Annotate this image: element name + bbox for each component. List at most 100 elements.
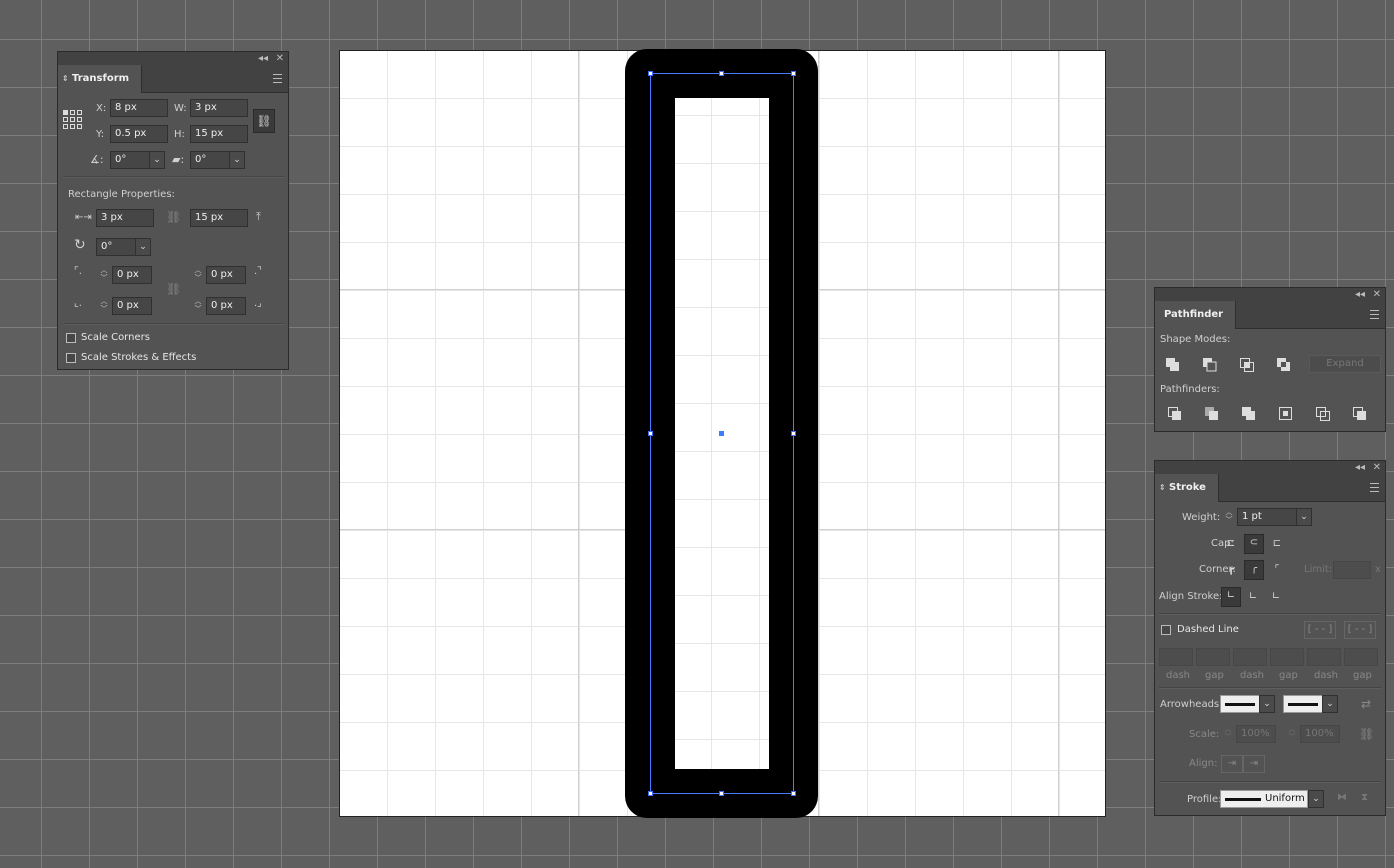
corner-tr-stepper-icon[interactable]: ︿ ﹀ xyxy=(192,266,204,284)
scale-start-stepper-icon[interactable]: ︿ ﹀ xyxy=(1222,725,1234,743)
link-scale-icon[interactable]: ⛓ xyxy=(1359,727,1374,741)
resize-handle-left[interactable] xyxy=(648,431,653,436)
align-dash-corners-icon[interactable]: [ - - ] xyxy=(1344,621,1376,639)
scale-end-stepper-icon[interactable]: ︿ ﹀ xyxy=(1286,725,1298,743)
panel-menu-icon[interactable] xyxy=(1370,483,1379,492)
scale-corners-checkbox[interactable] xyxy=(66,333,76,343)
flip-across-icon[interactable]: ⧗ xyxy=(1361,792,1368,803)
corner-tl-input[interactable]: 0 px xyxy=(112,266,152,284)
weight-input[interactable]: 1 pt xyxy=(1237,508,1297,526)
unite-icon[interactable] xyxy=(1166,358,1180,372)
arrowheads-label: Arrowheads: xyxy=(1160,699,1223,710)
swap-arrowheads-icon[interactable]: ⇄ xyxy=(1361,697,1371,711)
panel-menu-icon[interactable] xyxy=(1370,310,1379,319)
align-inside-icon[interactable]: ∟ xyxy=(1244,588,1262,606)
miter-join-icon[interactable]: ┏ xyxy=(1222,561,1240,579)
tab-pathfinder[interactable]: Pathfinder xyxy=(1155,301,1237,329)
h-input[interactable]: 15 px xyxy=(190,125,248,143)
limit-label: Limit: xyxy=(1304,564,1333,575)
round-cap-icon[interactable]: ⊂ xyxy=(1244,534,1264,554)
rotate-input[interactable]: 0° xyxy=(110,151,150,169)
dash-2-input[interactable] xyxy=(1233,648,1267,666)
close-icon[interactable]: ✕ xyxy=(276,52,284,65)
collapse-icon[interactable]: ◂◂ xyxy=(1355,288,1365,301)
arrowhead-end-chevron-down-icon[interactable]: ⌄ xyxy=(1322,695,1338,713)
w-input[interactable]: 3 px xyxy=(190,99,248,117)
merge-icon[interactable] xyxy=(1242,407,1256,421)
align-outside-icon[interactable]: ∟ xyxy=(1267,588,1285,606)
constrain-proportions-link-icon[interactable]: ⛓ xyxy=(253,109,275,133)
scale-end-input[interactable]: 100% xyxy=(1300,725,1340,743)
scale-strokes-checkbox[interactable] xyxy=(66,353,76,363)
link-broken-icon[interactable]: ⛓ xyxy=(166,210,181,224)
divide-icon[interactable] xyxy=(1168,407,1182,421)
butt-cap-icon[interactable]: ⊏ xyxy=(1222,535,1240,553)
stroke-panel: ◂◂ ✕ ⇕ Stroke Weight: ︿ ﹀ 1 pt ⌄ Cap: ⊏ ⊂… xyxy=(1154,460,1386,816)
rotate-dropdown-chevron-down-icon[interactable]: ⌄ xyxy=(149,151,165,169)
resize-handle-bottom-left[interactable] xyxy=(648,791,653,796)
arrow-inside-icon[interactable]: ⇥ xyxy=(1243,755,1265,773)
corner-br-input[interactable]: 0 px xyxy=(206,297,246,315)
arrowhead-end-select[interactable] xyxy=(1283,695,1323,713)
weight-dropdown-chevron-down-icon[interactable]: ⌄ xyxy=(1296,508,1312,526)
shear-input[interactable]: 0° xyxy=(190,151,230,169)
shear-dropdown-chevron-down-icon[interactable]: ⌄ xyxy=(229,151,245,169)
resize-handle-right[interactable] xyxy=(791,431,796,436)
close-icon[interactable]: ✕ xyxy=(1373,461,1381,474)
corner-tl-stepper-icon[interactable]: ︿ ﹀ xyxy=(98,266,110,284)
resize-handle-top-right[interactable] xyxy=(791,71,796,76)
corner-tr-input[interactable]: 0 px xyxy=(206,266,246,284)
expand-button[interactable]: Expand xyxy=(1309,355,1381,373)
corner-br-stepper-icon[interactable]: ︿ ﹀ xyxy=(192,297,204,315)
corner-link-broken-icon[interactable]: ⛓ xyxy=(166,282,181,296)
gap-2-input[interactable] xyxy=(1270,648,1304,666)
arrowhead-start-select[interactable] xyxy=(1220,695,1260,713)
bevel-join-icon[interactable]: ⌜ xyxy=(1268,561,1286,579)
arrowhead-start-chevron-down-icon[interactable]: ⌄ xyxy=(1259,695,1275,713)
resize-handle-top-left[interactable] xyxy=(648,71,653,76)
align-center-icon[interactable]: ∟ xyxy=(1221,587,1241,607)
weight-stepper-icon[interactable]: ︿ ﹀ xyxy=(1223,508,1235,526)
outline-icon[interactable] xyxy=(1316,407,1330,421)
minus-front-icon[interactable] xyxy=(1203,358,1217,372)
corner-bl-stepper-icon[interactable]: ︿ ﹀ xyxy=(98,297,110,315)
tab-stroke[interactable]: ⇕ Stroke xyxy=(1155,474,1219,502)
resize-handle-top[interactable] xyxy=(719,71,724,76)
projecting-cap-icon[interactable]: ⊏ xyxy=(1268,535,1286,553)
pathfinders-label: Pathfinders: xyxy=(1160,384,1220,395)
corner-bl-input[interactable]: 0 px xyxy=(112,297,152,315)
exclude-icon[interactable] xyxy=(1277,358,1291,372)
rect-width-input[interactable]: 3 px xyxy=(96,209,154,227)
dashed-line-checkbox[interactable] xyxy=(1161,625,1171,635)
minus-back-icon[interactable] xyxy=(1353,407,1367,421)
resize-handle-bottom[interactable] xyxy=(719,791,724,796)
dash-label: dash xyxy=(1314,670,1339,681)
round-join-icon[interactable]: ╭ xyxy=(1244,560,1264,580)
close-icon[interactable]: ✕ xyxy=(1373,288,1381,301)
trim-icon[interactable] xyxy=(1205,407,1219,421)
gap-1-input[interactable] xyxy=(1196,648,1230,666)
crop-icon[interactable] xyxy=(1279,407,1293,421)
y-input[interactable]: 0.5 px xyxy=(110,125,168,143)
dash-1-input[interactable] xyxy=(1159,648,1193,666)
collapse-icon[interactable]: ◂◂ xyxy=(258,52,268,65)
flip-along-icon[interactable]: ⧓ xyxy=(1337,792,1347,803)
reference-point-icon[interactable] xyxy=(63,110,83,130)
rect-height-input[interactable]: 15 px xyxy=(190,209,248,227)
dash-3-input[interactable] xyxy=(1307,648,1341,666)
limit-input[interactable] xyxy=(1333,561,1371,579)
collapse-icon[interactable]: ◂◂ xyxy=(1355,461,1365,474)
rect-rotation-chevron-down-icon[interactable]: ⌄ xyxy=(135,238,151,256)
x-input[interactable]: 8 px xyxy=(110,99,168,117)
scale-start-input[interactable]: 100% xyxy=(1236,725,1276,743)
gap-3-input[interactable] xyxy=(1344,648,1378,666)
tab-transform[interactable]: ⇕ Transform xyxy=(58,65,143,93)
profile-chevron-down-icon[interactable]: ⌄ xyxy=(1308,790,1324,808)
panel-menu-icon[interactable] xyxy=(273,74,282,83)
intersect-icon[interactable] xyxy=(1240,358,1254,372)
center-point[interactable] xyxy=(719,431,724,436)
arrow-extend-icon[interactable]: ⇥ xyxy=(1221,755,1243,773)
preserve-dash-icon[interactable]: [ - - ] xyxy=(1304,621,1336,639)
resize-handle-bottom-right[interactable] xyxy=(791,791,796,796)
rect-rotation-input[interactable]: 0° xyxy=(96,238,136,256)
